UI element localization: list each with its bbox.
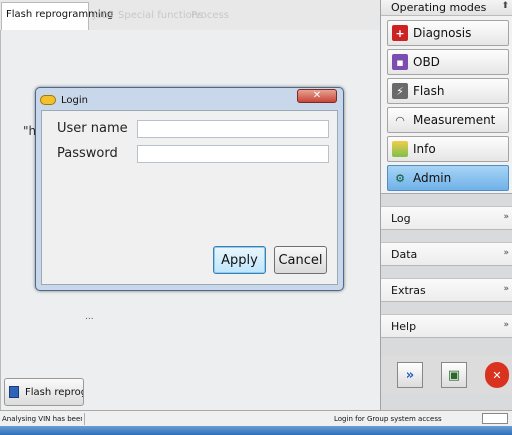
status-login-message: Login for Group system access: [334, 415, 442, 423]
close-button[interactable]: ✕: [297, 89, 337, 103]
section-log[interactable]: Log »: [381, 206, 512, 230]
operating-modes-header[interactable]: Operating modes ⬆: [381, 0, 512, 16]
measurement-icon: ◠: [395, 113, 405, 127]
flash-reprogramming-taskbutton[interactable]: Flash reprogram: [4, 378, 84, 406]
status-progress-box: [482, 413, 508, 424]
flash-reprogramming-taskbutton-label: Flash reprogram: [25, 386, 83, 398]
login-dialog-title: Login: [61, 94, 88, 106]
close-circle-icon: ✕: [492, 368, 502, 382]
diagnosis-icon: +: [392, 25, 408, 41]
mode-flash-label: Flash: [413, 84, 445, 98]
operating-modes-panel: + Diagnosis ▪ OBD ⚡ Flash ◠ Measurement …: [381, 16, 512, 194]
expand-down-icon: »: [503, 212, 509, 222]
app-logo-icon: [40, 95, 56, 105]
section-data[interactable]: Data »: [381, 242, 512, 266]
login-dialog: Login ✕ User name Password Apply Cancel: [35, 87, 344, 291]
document-icon: [9, 386, 19, 398]
login-dialog-titlebar: Login: [40, 92, 88, 108]
mode-diagnosis-label: Diagnosis: [413, 26, 472, 40]
fullscreen-button[interactable]: ▣: [441, 362, 467, 388]
close-icon: ✕: [312, 90, 322, 101]
forward-button[interactable]: »: [397, 362, 423, 388]
info-icon: [392, 141, 408, 157]
expand-down-icon: »: [503, 248, 509, 258]
username-input[interactable]: [137, 120, 329, 138]
section-help-label: Help: [391, 320, 417, 333]
cancel-button[interactable]: Cancel: [274, 246, 327, 274]
section-extras-label: Extras: [391, 284, 426, 297]
fit-window-icon: ▣: [447, 367, 461, 383]
flash-icon: ⚡: [392, 83, 408, 99]
section-extras[interactable]: Extras »: [381, 278, 512, 302]
sidebar: Operating modes ⬆ + Diagnosis ▪ OBD ⚡ Fl…: [380, 0, 512, 410]
tab-flash-reprogramming[interactable]: Flash reprogramming: [1, 2, 113, 30]
mode-info-label: Info: [413, 142, 436, 156]
admin-icon: ⚙: [395, 171, 405, 185]
password-input[interactable]: [137, 145, 329, 163]
double-chevron-right-icon: »: [405, 367, 415, 383]
expand-down-icon: »: [503, 320, 509, 330]
status-separator: [84, 413, 85, 425]
os-taskbar: [0, 426, 512, 435]
mode-info-button[interactable]: Info: [387, 136, 509, 162]
section-help[interactable]: Help »: [381, 314, 512, 338]
mode-admin-button[interactable]: ⚙ Admin: [387, 165, 509, 191]
mode-flash-button[interactable]: ⚡ Flash: [387, 78, 509, 104]
operating-modes-title: Operating modes: [391, 1, 487, 14]
mode-measurement-label: Measurement: [413, 113, 496, 127]
password-label: Password: [57, 146, 118, 161]
mode-diagnosis-button[interactable]: + Diagnosis: [387, 20, 509, 46]
mode-obd-label: OBD: [413, 55, 440, 69]
obd-icon: ▪: [392, 54, 408, 70]
mode-measurement-button[interactable]: ◠ Measurement: [387, 107, 509, 133]
tab-process[interactable]: Process: [187, 4, 233, 30]
login-dialog-body: User name Password Apply Cancel: [41, 110, 338, 285]
section-data-label: Data: [391, 248, 418, 261]
tab-strip: Flash reprogramming Jobs Special functio…: [0, 0, 380, 30]
username-label: User name: [57, 121, 128, 136]
ellipsis-text: ...: [85, 312, 94, 322]
apply-button[interactable]: Apply: [213, 246, 266, 274]
collapse-up-icon: ⬆: [501, 1, 509, 11]
expand-down-icon: »: [503, 284, 509, 294]
status-bar: Analysing VIN has been finished Login fo…: [0, 410, 512, 426]
section-log-label: Log: [391, 212, 411, 225]
status-message: Analysing VIN has been finished: [2, 415, 82, 423]
mode-admin-label: Admin: [413, 171, 452, 185]
mode-obd-button[interactable]: ▪ OBD: [387, 49, 509, 75]
exit-button[interactable]: ✕: [485, 362, 509, 388]
action-toolbar: » ▣ ✕: [381, 356, 512, 394]
